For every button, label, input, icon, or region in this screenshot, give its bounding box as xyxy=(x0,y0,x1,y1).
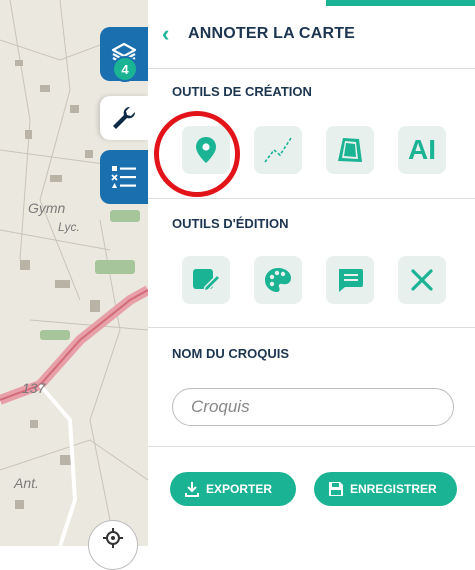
export-label: EXPORTER xyxy=(206,482,273,496)
section-divider xyxy=(148,198,475,199)
point-tool-button[interactable] xyxy=(182,126,230,174)
editing-section-title: OUTILS D'ÉDITION xyxy=(172,216,289,231)
save-label: ENREGISTRER xyxy=(350,482,437,496)
floppy-icon xyxy=(329,482,343,496)
map-label: Gymn xyxy=(28,200,66,216)
layers-count-badge: 4 xyxy=(112,56,138,82)
map-label: Ant. xyxy=(14,475,39,491)
creation-section-title: OUTILS DE CRÉATION xyxy=(172,84,312,99)
panel-header: ‹ ANNOTER LA CARTE xyxy=(148,0,475,69)
style-tool-button[interactable] xyxy=(254,256,302,304)
palette-icon xyxy=(265,268,291,292)
tools-button[interactable] xyxy=(100,96,148,140)
edit-tool-button[interactable] xyxy=(182,256,230,304)
map-label: Lyc. xyxy=(58,220,80,234)
section-divider xyxy=(148,446,475,447)
line-tool-button[interactable] xyxy=(254,126,302,174)
creation-tools-row: AI xyxy=(182,126,446,174)
map-label: 137 xyxy=(22,380,46,396)
wrench-icon xyxy=(113,106,136,129)
text-tool-button[interactable]: AI xyxy=(398,126,446,174)
comment-icon xyxy=(339,269,363,292)
back-chevron-icon[interactable]: ‹ xyxy=(162,21,174,47)
close-icon xyxy=(411,269,433,291)
comment-tool-button[interactable] xyxy=(326,256,374,304)
polygon-icon xyxy=(338,138,362,162)
annotation-panel: ‹ ANNOTER LA CARTE OUTILS DE CRÉATION AI xyxy=(148,0,475,546)
editing-tools-row xyxy=(182,256,446,304)
download-icon xyxy=(185,482,199,497)
name-section-title: NOM DU CROQUIS xyxy=(172,346,289,361)
polygon-tool-button[interactable] xyxy=(326,126,374,174)
sketch-name-input[interactable] xyxy=(172,388,454,426)
section-divider xyxy=(148,327,475,328)
legend-button[interactable] xyxy=(100,150,148,204)
delete-tool-button[interactable] xyxy=(398,256,446,304)
panel-title: ANNOTER LA CARTE xyxy=(188,25,356,42)
polyline-icon xyxy=(264,137,292,163)
legend-icon xyxy=(111,166,136,188)
save-button[interactable]: ENREGISTRER xyxy=(314,472,457,506)
edit-icon xyxy=(193,269,221,293)
map-pin-icon xyxy=(196,137,216,163)
export-button[interactable]: EXPORTER xyxy=(170,472,296,506)
locate-button[interactable] xyxy=(88,520,138,570)
